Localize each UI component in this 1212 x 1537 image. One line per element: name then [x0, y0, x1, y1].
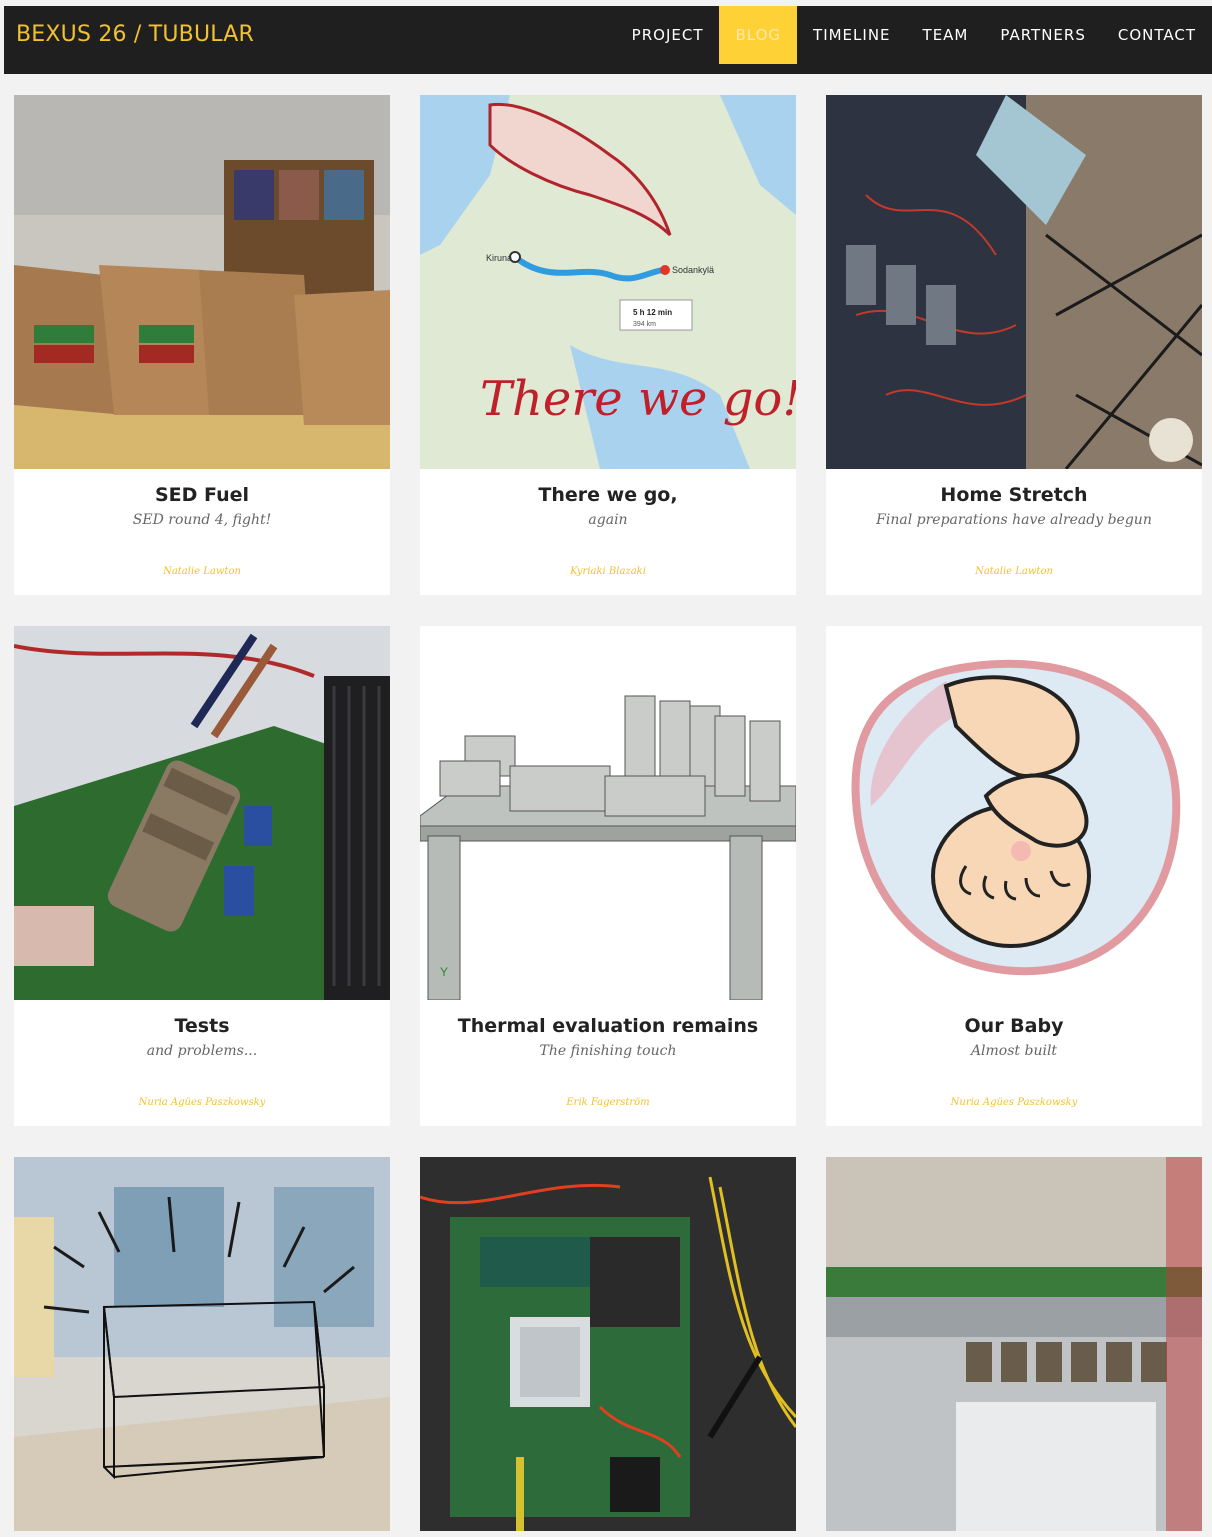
blog-card[interactable] [420, 1157, 796, 1531]
post-thumbnail-circuit-stack[interactable] [420, 1157, 796, 1531]
post-thumbnail-room-cube[interactable] [14, 1157, 390, 1531]
post-thumbnail-connector-board[interactable] [14, 626, 390, 1000]
post-thumbnail-route-map[interactable]: Kiruna Sodankylä 5 h 12 min 394 km There… [420, 95, 796, 469]
post-author[interactable]: Kyriaki Blazaki [420, 566, 796, 577]
nav-partners[interactable]: PARTNERS [984, 6, 1101, 64]
nav-timeline[interactable]: TIMELINE [797, 6, 907, 64]
blog-card[interactable] [826, 1157, 1202, 1531]
post-caption: SED Fuel SED round 4, fight! Natalie Law… [14, 469, 390, 595]
blog-card[interactable]: Kiruna Sodankylä 5 h 12 min 394 km There… [420, 95, 796, 595]
nav-project[interactable]: PROJECT [616, 6, 720, 64]
post-thumbnail-assembled-payload[interactable] [826, 1157, 1202, 1531]
main-nav: PROJECT BLOG TIMELINE TEAM PARTNERS CONT… [616, 6, 1212, 64]
blog-card[interactable] [14, 1157, 390, 1531]
post-caption: Tests and problems... Nuria Agües Paszko… [14, 1000, 390, 1126]
map-label-to: Sodankylä [672, 265, 714, 275]
post-title[interactable]: There we go, [420, 484, 796, 506]
post-subtitle: Final preparations have already begun [876, 512, 1152, 528]
svg-text:Y: Y [440, 965, 448, 979]
site-brand[interactable]: BEXUS 26 / TUBULAR [16, 22, 254, 47]
post-author[interactable]: Nuria Agües Paszkowsky [14, 1097, 390, 1108]
blog-grid: SED Fuel SED round 4, fight! Natalie Law… [14, 95, 1202, 1531]
post-author[interactable]: Nuria Agües Paszkowsky [826, 1097, 1202, 1108]
post-subtitle: Almost built [970, 1043, 1058, 1059]
post-thumbnail-grocery-bags[interactable] [14, 95, 390, 469]
post-subtitle: again [588, 512, 628, 528]
post-caption: Our Baby Almost built Nuria Agües Paszko… [826, 1000, 1202, 1126]
post-title[interactable]: SED Fuel [14, 484, 390, 506]
post-title[interactable]: Tests [14, 1015, 390, 1037]
post-author[interactable]: Erik Fagerström [420, 1097, 796, 1108]
post-caption: Home Stretch Final preparations have alr… [826, 469, 1202, 595]
post-title[interactable]: Home Stretch [826, 484, 1202, 506]
post-title[interactable]: Thermal evaluation remains [420, 1015, 796, 1037]
map-slogan: There we go! [480, 371, 796, 427]
nav-blog[interactable]: BLOG [719, 6, 798, 64]
post-subtitle: SED round 4, fight! [132, 512, 272, 528]
post-thumbnail-baby-illustration[interactable] [826, 626, 1202, 1000]
blog-card[interactable]: Y Thermal evaluation remains The finishi… [420, 626, 796, 1126]
blog-card[interactable]: Our Baby Almost built Nuria Agües Paszko… [826, 626, 1202, 1126]
map-label-from: Kiruna [486, 253, 512, 263]
post-author[interactable]: Natalie Lawton [14, 566, 390, 577]
post-caption: There we go, again Kyriaki Blazaki [420, 469, 796, 595]
post-thumbnail-wired-rack[interactable] [826, 95, 1202, 469]
post-thumbnail-cad-model[interactable]: Y [420, 626, 796, 1000]
blog-card[interactable]: SED Fuel SED round 4, fight! Natalie Law… [14, 95, 390, 595]
nav-contact[interactable]: CONTACT [1102, 6, 1212, 64]
post-caption: Thermal evaluation remains The finishing… [420, 1000, 796, 1126]
nav-team[interactable]: TEAM [907, 6, 985, 64]
post-subtitle: and problems... [146, 1043, 258, 1059]
post-author[interactable]: Natalie Lawton [826, 566, 1202, 577]
top-navbar: BEXUS 26 / TUBULAR PROJECT BLOG TIMELINE… [4, 6, 1212, 74]
map-duration: 5 h 12 min [633, 308, 672, 317]
post-title[interactable]: Our Baby [826, 1015, 1202, 1037]
map-distance: 394 km [633, 321, 656, 328]
blog-card[interactable]: Tests and problems... Nuria Agües Paszko… [14, 626, 390, 1126]
blog-card[interactable]: Home Stretch Final preparations have alr… [826, 95, 1202, 595]
post-subtitle: The finishing touch [539, 1043, 677, 1059]
